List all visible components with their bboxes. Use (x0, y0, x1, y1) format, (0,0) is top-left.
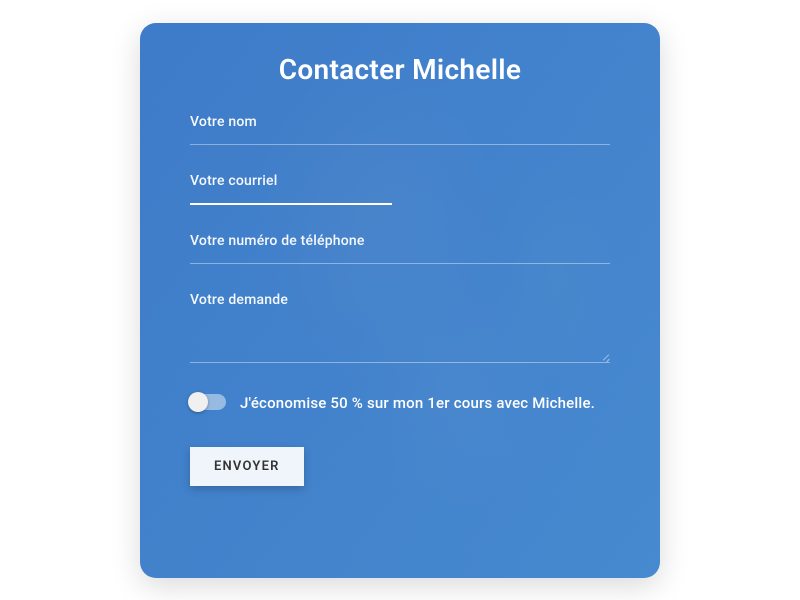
toggle-thumb (188, 392, 208, 412)
discount-toggle[interactable] (190, 394, 226, 410)
form-title: Contacter Michelle (190, 53, 610, 86)
message-field-label: Votre demande (190, 292, 610, 308)
discount-toggle-label: J'économise 50 % sur mon 1er cours avec … (240, 391, 595, 415)
email-field-container: Votre courriel (190, 173, 610, 205)
phone-field-container: Votre numéro de téléphone (190, 233, 610, 264)
contact-form-card: Contacter Michelle Votre nom Votre courr… (140, 23, 660, 578)
name-field-container: Votre nom (190, 114, 610, 145)
submit-button[interactable]: ENVOYER (190, 447, 304, 486)
discount-toggle-row: J'économise 50 % sur mon 1er cours avec … (190, 391, 610, 415)
resize-handle-icon[interactable] (600, 351, 610, 361)
message-field-container: Votre demande (190, 292, 610, 363)
